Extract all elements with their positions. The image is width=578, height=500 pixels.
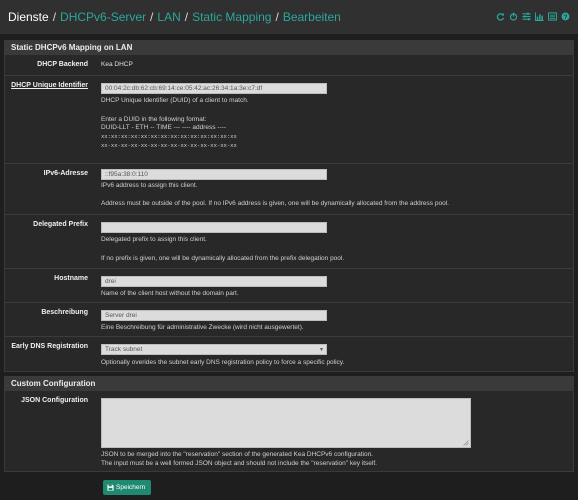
early-dns-help: Optionally overides the subnet early DNS… xyxy=(101,359,345,366)
custom-configuration-panel: Custom Configuration JSON Configuration … xyxy=(4,376,574,472)
delegated-prefix-input[interactable] xyxy=(101,222,327,233)
duid-input[interactable]: 00:04:2c:db:62:cb:69:14:ce:05:42:ac:26:3… xyxy=(101,83,327,94)
chevron-down-icon: ▾ xyxy=(319,347,323,353)
row-json-configuration: JSON Configuration JSON to be merged int… xyxy=(5,391,573,471)
top-bar: Dienste / DHCPv6-Server / LAN / Static Mapping… xyxy=(0,0,578,34)
row-hostname: Hostname drei Name of the client host wi… xyxy=(5,268,573,302)
duid-format-colon: xx:xx:xx:xx:xx:xx:xx:xx:xx:xx:xx:xx:xx:x… xyxy=(101,134,237,140)
row-dhcp-backend: DHCP Backend Kea DHCP xyxy=(5,55,573,75)
hostname-help: Name of the client host without the doma… xyxy=(101,290,239,297)
list-icon[interactable] xyxy=(548,12,557,21)
svg-text:?: ? xyxy=(564,14,568,21)
custom-panel-title: Custom Configuration xyxy=(5,377,573,391)
toolbar-icons: ? xyxy=(496,12,570,21)
breadcrumb-static-mapping[interactable]: Static Mapping xyxy=(192,10,271,24)
delegated-prefix-help: Delegated prefix to assign this client. xyxy=(101,236,207,243)
description-input[interactable]: Server drei xyxy=(101,310,327,321)
delegated-prefix-label: Delegated Prefix xyxy=(33,221,88,228)
row-duid: DHCP Unique Identifier 00:04:2c:db:62:cb… xyxy=(5,75,573,163)
save-icon xyxy=(107,484,114,491)
static-mapping-panel: Static DHCPv6 Mapping on LAN DHCP Backen… xyxy=(4,40,574,372)
duid-format-dash: xx-xx-xx-xx-xx-xx-xx-xx-xx-xx-xx-xx-xx-x… xyxy=(101,143,237,149)
dhcp-backend-value: Kea DHCP xyxy=(101,61,133,68)
dhcp-backend-label: DHCP Backend xyxy=(37,61,88,68)
resize-handle-icon[interactable] xyxy=(463,440,469,446)
breadcrumb-bearbeiten: Bearbeiten xyxy=(282,10,341,24)
breadcrumb-separator: / xyxy=(184,10,189,24)
ipv6-label: IPv6-Adresse xyxy=(43,170,88,177)
delegated-prefix-help-detail: If no prefix is given, one will be dynam… xyxy=(101,255,345,262)
sliders-icon[interactable] xyxy=(522,12,531,21)
panel-title: Static DHCPv6 Mapping on LAN xyxy=(5,41,573,55)
early-dns-label: Early DNS Registration xyxy=(11,343,88,350)
duid-help: DHCP Unique Identifier (DUID) of a clien… xyxy=(101,97,249,104)
row-early-dns: Early DNS Registration Track subnet ▾ Op… xyxy=(5,336,573,372)
breadcrumb-separator: / xyxy=(150,10,154,24)
help-icon[interactable]: ? xyxy=(561,12,570,21)
json-configuration-textarea[interactable] xyxy=(101,398,471,448)
duid-format-header: DUID-LLT - ETH -- TIME --- ---- address … xyxy=(101,124,226,131)
power-icon[interactable] xyxy=(509,12,518,21)
hostname-label: Hostname xyxy=(54,275,88,282)
row-description: Beschreibung Server drei Eine Beschreibu… xyxy=(5,302,573,336)
save-button-label: Speichern xyxy=(116,484,146,491)
save-button[interactable]: Speichern xyxy=(103,480,151,495)
breadcrumb-lan[interactable]: LAN xyxy=(157,10,180,24)
breadcrumb-separator: / xyxy=(275,10,279,24)
ipv6-help-detail: Address must be outside of the pool. If … xyxy=(101,200,449,207)
duid-label: DHCP Unique Identifier xyxy=(11,82,88,89)
row-ipv6: IPv6-Adresse ::f95a:38:0:110 IPv6 addres… xyxy=(5,163,573,214)
ipv6-input[interactable]: ::f95a:38:0:110 xyxy=(101,169,327,180)
breadcrumb-separator: / xyxy=(52,10,57,24)
row-delegated-prefix: Delegated Prefix Delegated prefix to ass… xyxy=(5,214,573,268)
description-label: Beschreibung xyxy=(41,309,88,316)
early-dns-select[interactable]: Track subnet ▾ xyxy=(101,344,327,355)
ipv6-help: IPv6 address to assign this client. xyxy=(101,182,198,189)
hostname-input[interactable]: drei xyxy=(101,276,327,287)
json-configuration-label: JSON Configuration xyxy=(21,397,88,404)
json-help-detail: The input must be a well formed JSON obj… xyxy=(101,460,377,467)
breadcrumb: Dienste / DHCPv6-Server / LAN / Static Mapping… xyxy=(8,10,341,24)
breadcrumb-root: Dienste xyxy=(8,10,49,24)
json-help: JSON to be merged into the "reservation"… xyxy=(101,451,373,458)
description-help: Eine Beschreibung für administrative Zwe… xyxy=(101,324,304,331)
chart-icon[interactable] xyxy=(535,12,544,21)
reload-icon[interactable] xyxy=(496,12,505,21)
breadcrumb-dhcpv6-server[interactable]: DHCPv6-Server xyxy=(60,10,146,24)
early-dns-selected-value: Track subnet xyxy=(105,346,143,353)
